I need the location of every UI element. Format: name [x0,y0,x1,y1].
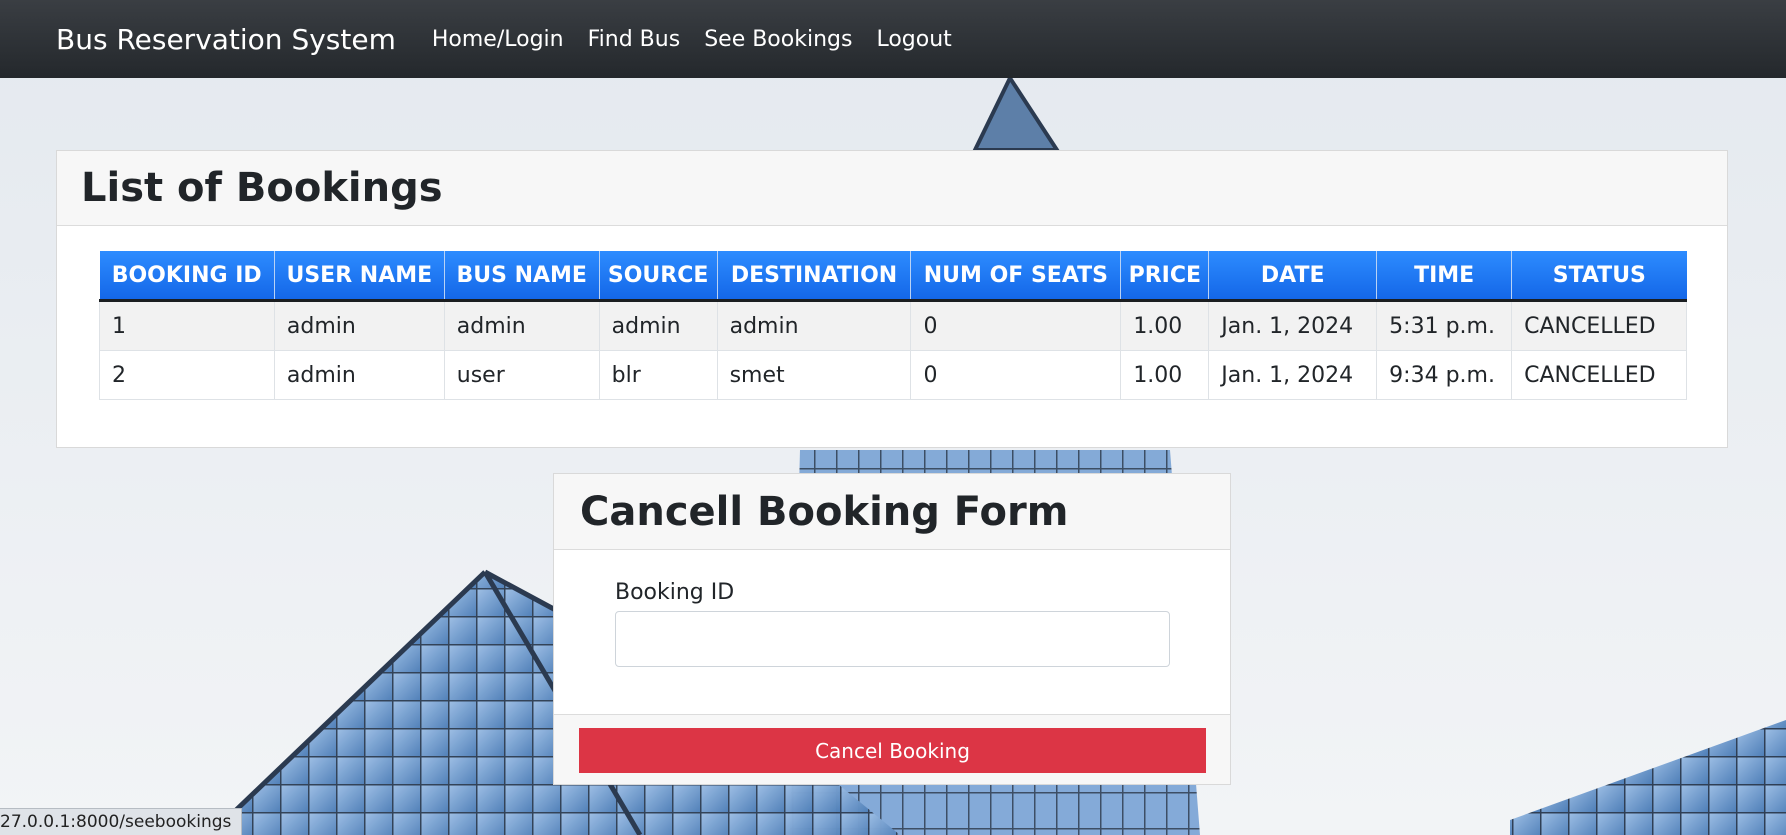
cell-bus-name: user [443,350,600,400]
navbar: Bus Reservation System Home/Login Find B… [0,0,1786,78]
cell-user-name: admin [273,300,445,351]
cancel-booking-card-title: Cancell Booking Form [580,488,1069,535]
bookings-table: BOOKING ID USER NAME BUS NAME SOURCE DES… [99,251,1687,400]
booking-id-input[interactable] [615,611,1170,667]
bookings-table-header: BOOKING ID USER NAME BUS NAME SOURCE DES… [99,251,1687,302]
column-header-date: DATE [1208,251,1378,302]
cell-destination: smet [716,350,912,400]
nav-link-see-bookings[interactable]: See Bookings [704,27,852,52]
nav-link-logout[interactable]: Logout [876,27,951,52]
cell-bus-name: admin [443,300,600,351]
cell-destination: admin [716,300,912,351]
column-header-user-name: USER NAME [274,251,445,302]
cell-booking-id: 1 [99,300,275,351]
column-header-destination: DESTINATION [717,251,912,302]
navbar-brand[interactable]: Bus Reservation System [56,23,396,56]
cell-num-of-seats: 0 [910,300,1122,351]
column-header-num-of-seats: NUM OF SEATS [910,251,1122,302]
cell-num-of-seats: 0 [910,350,1122,400]
cell-status: CANCELLED [1511,350,1687,400]
cell-time: 9:34 p.m. [1376,350,1513,400]
cancel-booking-card: Cancell Booking Form Booking ID Cancel B… [553,473,1231,785]
cell-time: 5:31 p.m. [1376,300,1513,351]
cell-price: 1.00 [1120,350,1210,400]
browser-status-bar-url: 27.0.0.1:8000/seebookings [0,808,243,835]
bookings-card-header: List of Bookings [57,151,1727,226]
table-row: 1 admin admin admin admin 0 1.00 Jan. 1,… [99,300,1687,351]
cell-source: admin [598,300,718,351]
column-header-booking-id: BOOKING ID [99,251,275,302]
bookings-table-container: BOOKING ID USER NAME BUS NAME SOURCE DES… [99,251,1687,400]
bookings-card: List of Bookings BOOKING ID USER NAME BU… [56,150,1728,448]
cell-price: 1.00 [1120,300,1210,351]
nav-link-find-bus[interactable]: Find Bus [588,27,681,52]
bookings-card-title: List of Bookings [81,165,443,211]
column-header-bus-name: BUS NAME [444,251,600,302]
cell-user-name: admin [273,350,445,400]
column-header-price: PRICE [1120,251,1210,302]
column-header-time: TIME [1376,251,1513,302]
nav-link-home-login[interactable]: Home/Login [432,27,564,52]
page: Bus Reservation System Home/Login Find B… [0,0,1786,835]
table-row: 2 admin user blr smet 0 1.00 Jan. 1, 202… [99,350,1687,400]
cell-date: Jan. 1, 2024 [1208,350,1378,400]
cancel-booking-card-header: Cancell Booking Form [554,474,1230,550]
booking-id-label: Booking ID [615,580,735,605]
cell-source: blr [598,350,718,400]
cancel-booking-button[interactable]: Cancel Booking [579,728,1206,773]
cancel-booking-card-footer: Cancel Booking [554,714,1230,784]
cell-status: CANCELLED [1511,300,1687,351]
cell-booking-id: 2 [99,350,275,400]
cell-date: Jan. 1, 2024 [1208,300,1378,351]
column-header-status: STATUS [1511,251,1687,302]
column-header-source: SOURCE [599,251,718,302]
